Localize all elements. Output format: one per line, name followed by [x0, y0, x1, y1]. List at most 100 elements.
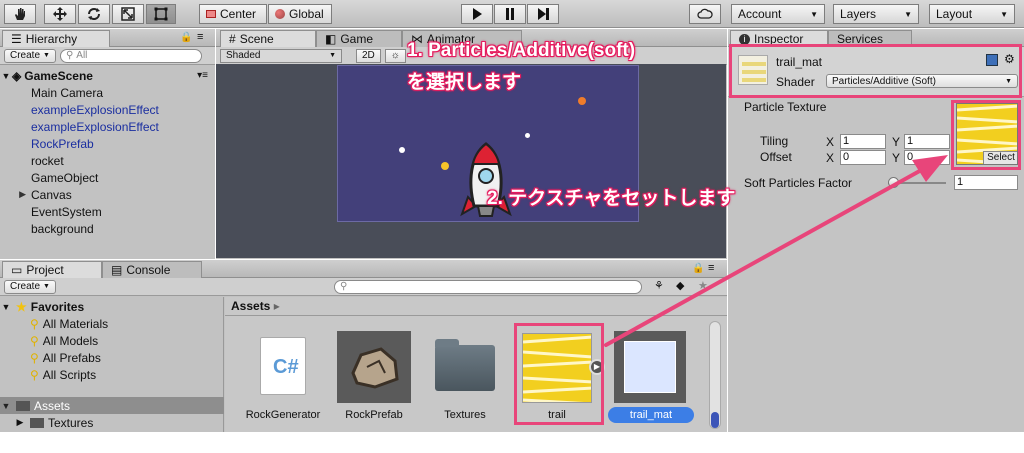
- soft-factor-slider-thumb[interactable]: [888, 177, 899, 188]
- tab-game[interactable]: ◧ Game: [316, 30, 402, 47]
- pause-button[interactable]: [494, 4, 526, 24]
- project-search-input[interactable]: ⚲: [334, 279, 642, 294]
- asset-trail-mat-icon[interactable]: [614, 331, 686, 403]
- hierarchy-item[interactable]: ▶ Canvas: [0, 186, 214, 203]
- scene-root-row[interactable]: ▼ ◈ GameScene ▾≡: [0, 67, 214, 84]
- lock-icon[interactable]: 🔒: [180, 32, 192, 43]
- asset-textures-folder-icon[interactable]: [435, 339, 495, 391]
- star-icon[interactable]: ★: [698, 279, 708, 292]
- annotation-step2: 2. テクスチャをセットします: [487, 188, 736, 209]
- filter-by-label-icon[interactable]: ◆: [676, 279, 684, 292]
- material-preview-icon: [624, 341, 676, 393]
- annotation-texture-slot-highlight: [951, 100, 1021, 170]
- hierarchy-item[interactable]: Main Camera: [0, 84, 214, 101]
- create-dropdown[interactable]: Create ▼: [4, 279, 56, 294]
- main-toolbar: Center Global Account ▼ Layers ▼ Layout …: [0, 0, 1024, 28]
- shading-mode-dropdown[interactable]: Shaded ▼: [220, 48, 342, 63]
- textures-folder-row[interactable]: ▶ Textures: [0, 414, 224, 431]
- rect-tool-icon: [154, 7, 168, 21]
- expand-triangle-icon[interactable]: ▼: [0, 302, 12, 312]
- hand-tool-button[interactable]: [4, 4, 36, 24]
- hierarchy-item[interactable]: background: [0, 220, 214, 237]
- hierarchy-item-label: EventSystem: [31, 204, 102, 219]
- layout-dropdown[interactable]: Layout ▼: [929, 4, 1015, 24]
- hierarchy-item[interactable]: GameObject: [0, 169, 214, 186]
- panel-menu-icon[interactable]: ≡: [708, 262, 714, 274]
- step-icon: [538, 8, 549, 20]
- hierarchy-toolbar: Create ▼ ⚲ All: [0, 47, 215, 65]
- offset-y-field[interactable]: 0: [904, 150, 950, 165]
- account-dropdown[interactable]: Account ▼: [731, 4, 825, 24]
- soft-factor-field[interactable]: 1: [954, 175, 1018, 190]
- expand-triangle-icon[interactable]: ▶: [0, 189, 31, 200]
- offset-x-field[interactable]: 0: [840, 150, 886, 165]
- breadcrumb-arrow-icon: ▸: [273, 299, 280, 313]
- favorites-item[interactable]: ⚲ All Materials: [0, 315, 224, 332]
- hierarchy-item[interactable]: exampleExplosionEffect: [0, 101, 214, 118]
- dropdown-arrow-icon: ▼: [904, 9, 912, 19]
- divider: [225, 315, 727, 316]
- cloud-button[interactable]: [689, 4, 721, 24]
- hierarchy-item-label: Canvas: [31, 187, 72, 202]
- assets-folder-row[interactable]: ▼ Assets: [0, 397, 224, 414]
- layers-dropdown[interactable]: Layers ▼: [833, 4, 919, 24]
- hierarchy-item-label: Main Camera: [31, 85, 104, 100]
- tab-scene[interactable]: # Scene: [220, 30, 316, 47]
- asset-label-selected[interactable]: trail_mat: [608, 407, 694, 423]
- step-button[interactable]: [527, 4, 559, 24]
- hierarchy-item[interactable]: RockPrefab: [0, 135, 214, 152]
- grid-icon: #: [229, 32, 236, 46]
- hierarchy-search-input[interactable]: ⚲ All: [59, 48, 202, 63]
- tab-project[interactable]: ▭ Project: [2, 261, 102, 278]
- favorites-item[interactable]: ⚲ All Scripts: [0, 366, 224, 383]
- favorites-row[interactable]: ▼ ★ Favorites: [0, 298, 224, 315]
- tiling-x-field[interactable]: 1: [840, 134, 886, 149]
- dropdown-arrow-icon: ▼: [329, 52, 336, 59]
- favorites-item-label: All Scripts: [42, 367, 97, 382]
- asset-rockgenerator-icon[interactable]: C#: [260, 337, 306, 395]
- tiling-y-field[interactable]: 1: [904, 134, 950, 149]
- hierarchy-tabbar: ☰ Hierarchy 🔒 ≡: [0, 29, 215, 47]
- scale-icon: [121, 7, 135, 21]
- asset-label[interactable]: RockPrefab: [324, 409, 424, 421]
- lock-icon[interactable]: 🔒: [692, 263, 704, 274]
- hierarchy-item[interactable]: EventSystem: [0, 203, 214, 220]
- toggle-2d-button[interactable]: 2D: [356, 48, 381, 63]
- filter-by-type-icon[interactable]: ⚘: [654, 279, 664, 292]
- breadcrumb[interactable]: Assets ▸: [231, 299, 280, 313]
- create-dropdown[interactable]: Create ▼: [4, 48, 56, 63]
- rock-icon: [351, 347, 399, 389]
- pivot-center-button[interactable]: Center: [199, 4, 267, 24]
- space-global-button[interactable]: Global: [268, 4, 332, 24]
- assets-scrollbar[interactable]: [709, 321, 721, 429]
- asset-label[interactable]: RockGenerator: [233, 409, 333, 421]
- tab-console[interactable]: ▤ Console: [102, 261, 202, 278]
- asset-rockprefab-icon[interactable]: [337, 331, 411, 403]
- scene-menu-icon[interactable]: ▾≡: [197, 70, 208, 81]
- tab-hierarchy[interactable]: ☰ Hierarchy: [2, 30, 110, 47]
- asset-label[interactable]: Textures: [415, 409, 515, 421]
- favorites-item[interactable]: ⚲ All Prefabs: [0, 349, 224, 366]
- expand-triangle-icon[interactable]: ▶: [14, 417, 26, 428]
- folder-icon: [16, 400, 30, 411]
- expand-triangle-icon[interactable]: ▼: [0, 401, 12, 411]
- expand-triangle-icon[interactable]: ▼: [0, 71, 12, 81]
- move-tool-button[interactable]: [44, 4, 76, 24]
- rect-tool-button[interactable]: [146, 4, 176, 24]
- dropdown-arrow-icon: ▼: [43, 283, 50, 290]
- play-button[interactable]: [461, 4, 493, 24]
- rotate-tool-button[interactable]: [78, 4, 110, 24]
- scale-tool-button[interactable]: [112, 4, 144, 24]
- favorites-item[interactable]: ⚲ All Models: [0, 332, 224, 349]
- hierarchy-item[interactable]: rocket: [0, 152, 214, 169]
- hierarchy-item[interactable]: exampleExplosionEffect: [0, 118, 214, 135]
- particle-white: [525, 133, 530, 138]
- scrollbar-thumb[interactable]: [711, 412, 719, 428]
- tiling-x-label: X: [826, 135, 835, 149]
- scene-lighting-toggle[interactable]: ☼: [384, 48, 406, 63]
- annotation-step1-line1: 1. Particles/Additive(soft): [407, 40, 636, 61]
- hand-icon: [15, 8, 25, 20]
- panel-menu-icon[interactable]: ≡: [197, 31, 203, 43]
- assets-grid: Assets ▸ C# RockGenerator RockPrefab Tex…: [225, 297, 727, 432]
- dropdown-arrow-icon: ▼: [43, 52, 50, 59]
